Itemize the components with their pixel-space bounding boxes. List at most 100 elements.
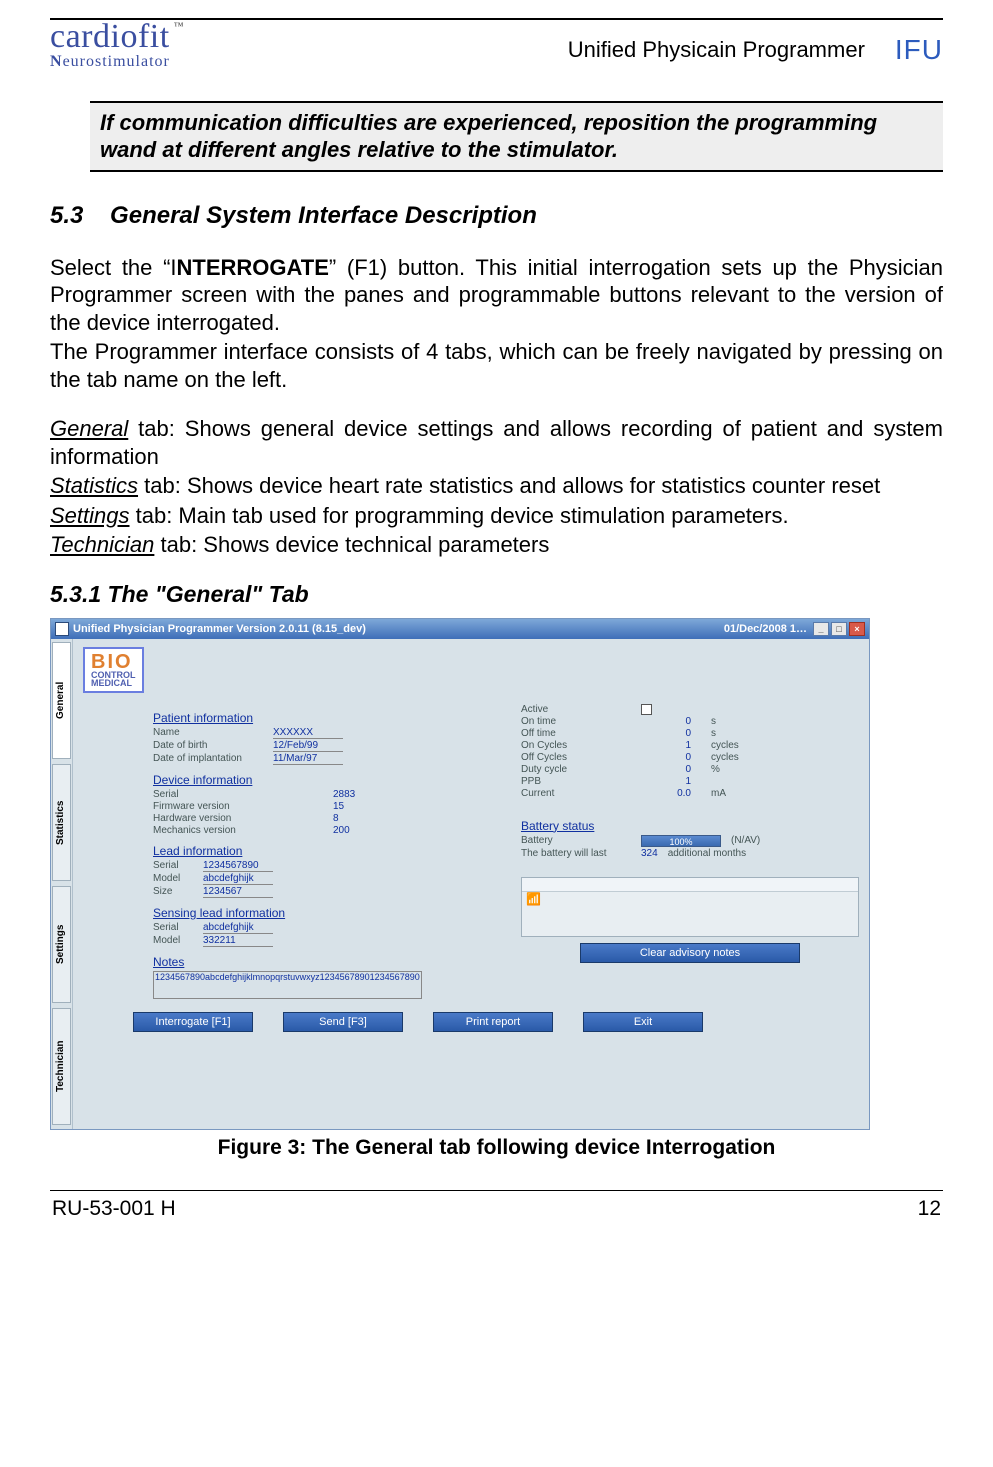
- tab-general[interactable]: General: [52, 642, 71, 759]
- duty-label: Duty cycle: [521, 764, 641, 775]
- settings-tab-rest: tab: Main tab used for programming devic…: [130, 503, 789, 528]
- lead-model-label: Model: [153, 873, 203, 884]
- doi-field[interactable]: 11/Mar/97: [273, 753, 343, 765]
- bio-l3: MEDICAL: [91, 679, 136, 687]
- interrogate-key: NTERROGATE: [177, 255, 329, 280]
- onc-label: On Cycles: [521, 740, 641, 751]
- advisory-box: 📶: [521, 877, 859, 937]
- on-val: 0: [641, 716, 691, 727]
- paragraph-1: Select the “INTERROGATE” (F1) button. Th…: [50, 254, 943, 337]
- batlast-label: The battery will last: [521, 848, 641, 859]
- offc-val: 0: [641, 752, 691, 763]
- hw-label: Hardware version: [153, 813, 273, 824]
- doi-label: Date of implantation: [153, 753, 273, 764]
- lead-size-field[interactable]: 1234567: [203, 886, 273, 898]
- batlast-unit: additional months: [668, 848, 746, 859]
- lead-model-field[interactable]: abcdefghijk: [203, 873, 273, 885]
- tab-settings[interactable]: Settings: [52, 886, 71, 1003]
- interrogate-button[interactable]: Interrogate [F1]: [133, 1012, 253, 1032]
- offc-unit: cycles: [711, 752, 771, 763]
- hw-val: 8: [333, 813, 339, 824]
- name-label: Name: [153, 727, 273, 738]
- send-button[interactable]: Send [F3]: [283, 1012, 403, 1032]
- ppb-label: PPB: [521, 776, 641, 787]
- on-label: On time: [521, 716, 641, 727]
- close-button[interactable]: ×: [849, 622, 865, 636]
- off-label: Off time: [521, 728, 641, 739]
- minimize-button[interactable]: _: [813, 622, 829, 636]
- off-val: 0: [641, 728, 691, 739]
- page-number: 12: [918, 1197, 941, 1221]
- tech-tab-rest: tab: Shows device technical parameters: [154, 532, 549, 557]
- section-title: General System Interface Description: [110, 202, 537, 229]
- active-label: Active: [521, 704, 641, 715]
- p1a: Select the “I: [50, 255, 177, 280]
- dob-field[interactable]: 12/Feb/99: [273, 740, 343, 752]
- device-head: Device information: [153, 773, 491, 787]
- bat-note: (N/AV): [731, 835, 760, 846]
- stats-tab-name: Statistics: [50, 473, 138, 498]
- mech-val: 200: [333, 825, 350, 836]
- bat-label: Battery: [521, 835, 641, 846]
- clear-advisory-button[interactable]: Clear advisory notes: [580, 943, 800, 963]
- dob-label: Date of birth: [153, 740, 273, 751]
- logo-sub-text: NNeurostimulatoreurostimulator: [50, 53, 184, 71]
- stats-tab-rest: tab: Shows device heart rate statistics …: [138, 473, 880, 498]
- tab-statistics[interactable]: Statistics: [52, 764, 71, 881]
- lead-serial-label: Serial: [153, 860, 203, 871]
- cur-val: 0.0: [641, 788, 691, 799]
- sensing-serial-field[interactable]: abcdefghijk: [203, 922, 273, 934]
- general-tab-rest: tab: Shows general device settings and a…: [50, 416, 943, 469]
- sensing-model-field[interactable]: 332211: [203, 935, 273, 947]
- name-field[interactable]: XXXXXX: [273, 727, 343, 739]
- offc-label: Off Cycles: [521, 752, 641, 763]
- lead-head: Lead information: [153, 844, 491, 858]
- tech-tab-name: Technician: [50, 532, 154, 557]
- app-icon: [55, 622, 69, 636]
- sensing-serial-label: Serial: [153, 922, 203, 933]
- print-button[interactable]: Print report: [433, 1012, 553, 1032]
- maximize-button[interactable]: □: [831, 622, 847, 636]
- batlast-val: 324: [641, 848, 658, 859]
- settings-tab-desc: Settings tab: Main tab used for programm…: [50, 502, 943, 530]
- cur-label: Current: [521, 788, 641, 799]
- tab-technician[interactable]: Technician: [52, 1008, 71, 1125]
- onc-val: 1: [641, 740, 691, 751]
- patient-head: Patient information: [153, 711, 491, 725]
- battery-head: Battery status: [521, 819, 859, 833]
- paragraph-2: The Programmer interface consists of 4 t…: [50, 338, 943, 393]
- mech-label: Mechanics version: [153, 825, 273, 836]
- cur-unit: mA: [711, 788, 771, 799]
- off-unit: s: [711, 728, 771, 739]
- wand-icon: 📶: [522, 888, 545, 910]
- notes-head: Notes: [153, 955, 491, 969]
- sensing-model-label: Model: [153, 935, 203, 946]
- fw-label: Firmware version: [153, 801, 273, 812]
- figure-caption: Figure 3: The General tab following devi…: [50, 1136, 943, 1160]
- trademark-icon: ™: [174, 21, 184, 32]
- sensing-head: Sensing lead information: [153, 906, 491, 920]
- settings-tab-name: Settings: [50, 503, 130, 528]
- ppb-val: 1: [641, 776, 691, 787]
- duty-val: 0: [641, 764, 691, 775]
- active-checkbox[interactable]: [641, 704, 652, 715]
- section-number: 5.3: [50, 202, 83, 229]
- notes-field[interactable]: 1234567890abcdefghijklmnopqrstuvwxyz1234…: [153, 971, 422, 999]
- window-date: 01/Dec/2008 1…: [724, 623, 807, 635]
- general-tab-name: General: [50, 416, 128, 441]
- doc-id: RU-53-001 H: [52, 1197, 176, 1221]
- lead-serial-field[interactable]: 1234567890: [203, 860, 273, 872]
- window-title: Unified Physician Programmer Version 2.0…: [73, 623, 366, 635]
- logo-main-text: cardiofit: [50, 18, 170, 55]
- duty-unit: %: [711, 764, 771, 775]
- note-box: If communication difficulties are experi…: [90, 101, 943, 172]
- battery-bar: 100%: [641, 835, 721, 847]
- exit-button[interactable]: Exit: [583, 1012, 703, 1032]
- serial-val: 2883: [333, 789, 355, 800]
- stats-tab-desc: Statistics tab: Shows device heart rate …: [50, 472, 943, 500]
- onc-unit: cycles: [711, 740, 771, 751]
- doc-title: Unified Physicain Programmer: [568, 37, 865, 63]
- bio-logo: BIO CONTROL MEDICAL: [83, 647, 144, 693]
- general-tab-desc: General tab: Shows general device settin…: [50, 415, 943, 470]
- section-heading: 5.3 General System Interface Description: [50, 202, 943, 230]
